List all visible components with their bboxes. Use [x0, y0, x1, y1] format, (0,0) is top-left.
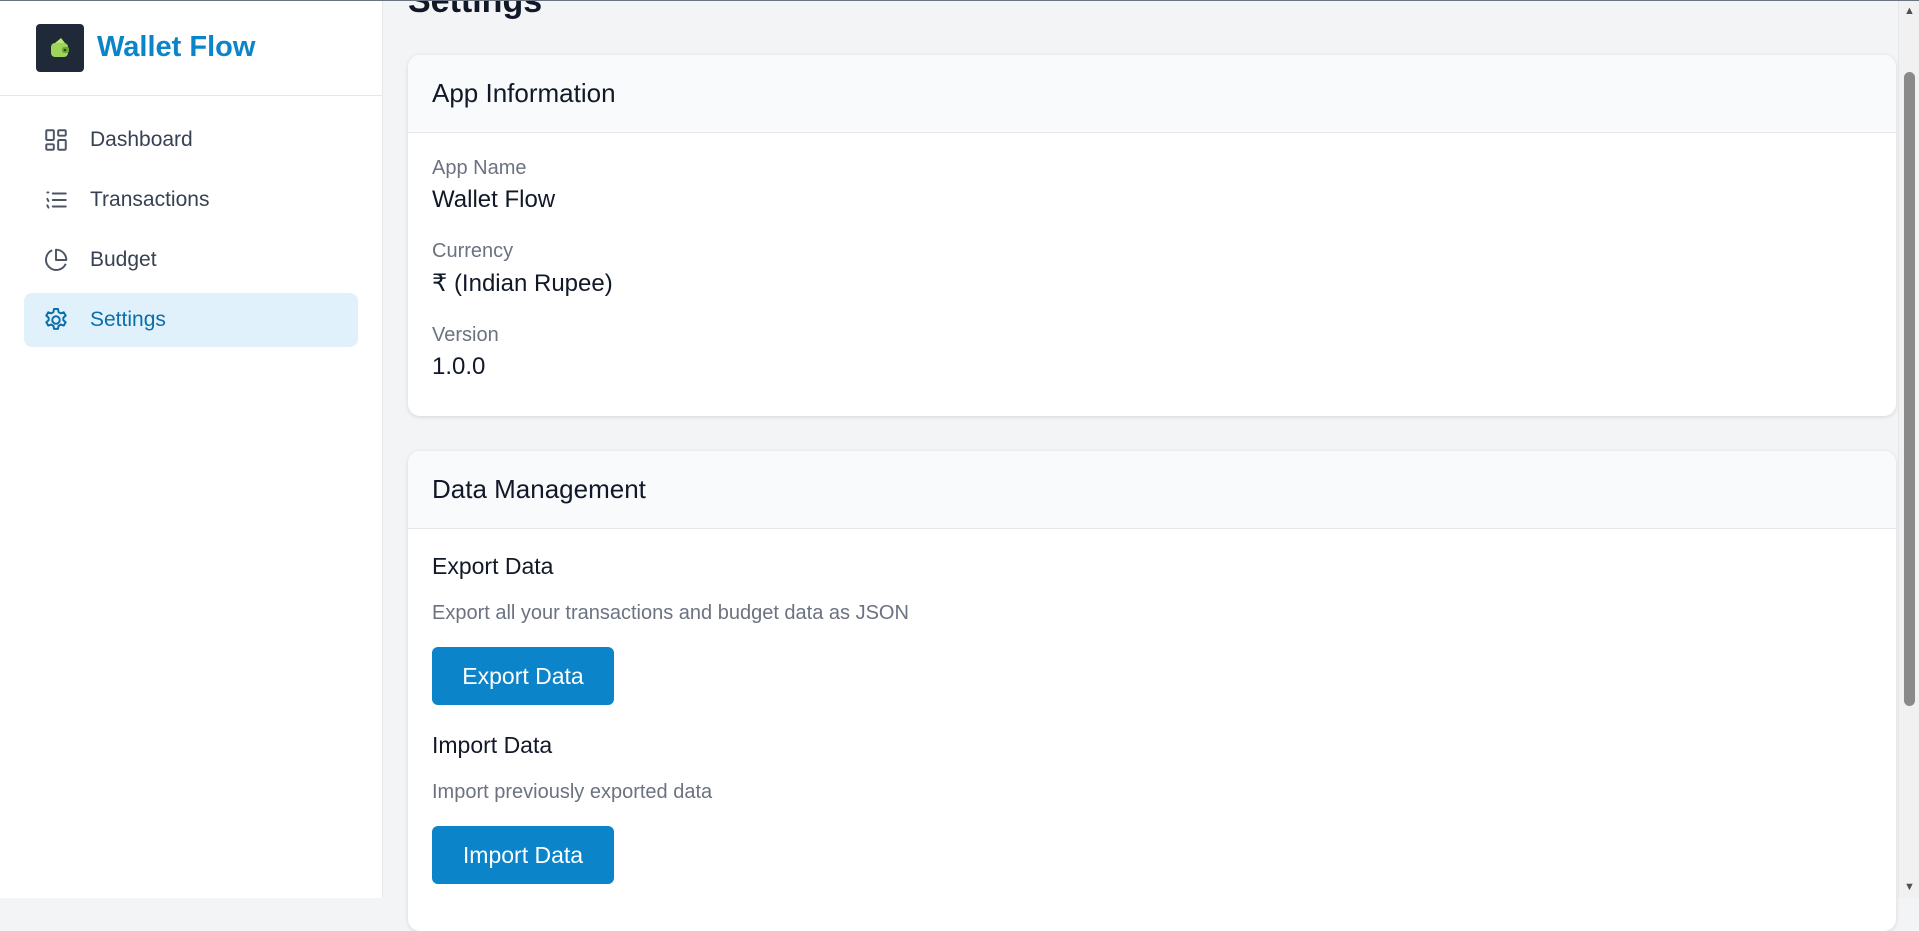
sidebar-item-label: Dashboard [90, 128, 193, 151]
main-content: Settings App Information App Name Wallet… [384, 0, 1898, 931]
import-title: Import Data [432, 732, 553, 758]
info-row-version: Version 1.0.0 [432, 324, 1872, 381]
app-info-body: App Name Wallet Flow Currency ₹ (Indian … [408, 133, 1896, 405]
export-title: Export Data [432, 553, 554, 579]
pie-chart-icon [42, 246, 70, 274]
info-value: ₹ (Indian Rupee) [432, 270, 613, 297]
sidebar-item-dashboard[interactable]: Dashboard [24, 113, 358, 167]
list-icon [42, 186, 70, 214]
info-row-currency: Currency ₹ (Indian Rupee) [432, 240, 1872, 298]
gear-icon [42, 306, 70, 334]
vertical-scrollbar[interactable]: ▲ ▼ [1898, 0, 1919, 898]
sidebar-item-label: Transactions [90, 188, 210, 211]
info-label: App Name [432, 157, 527, 179]
info-value: 1.0.0 [432, 353, 486, 380]
sidebar-item-transactions[interactable]: Transactions [24, 173, 358, 227]
scroll-down-arrow-icon[interactable]: ▼ [1899, 878, 1919, 896]
import-data-button[interactable]: Import Data [432, 826, 614, 884]
wallet-icon [36, 23, 84, 72]
card-title: Data Management [408, 451, 1896, 529]
scrollbar-thumb[interactable] [1904, 72, 1915, 706]
import-description: Import previously exported data [432, 781, 713, 803]
info-label: Currency [432, 240, 514, 262]
sidebar-item-label: Settings [90, 308, 166, 331]
sidebar-nav: Dashboard Transactions Budget Settings [0, 113, 382, 347]
export-section: Export Data Export all your transactions… [432, 553, 1872, 705]
card-title: App Information [408, 55, 1896, 133]
export-data-button[interactable]: Export Data [432, 647, 614, 705]
info-label: Version [432, 324, 499, 346]
data-management-card: Data Management Export Data Export all y… [408, 451, 1896, 931]
sidebar-item-settings[interactable]: Settings [24, 293, 358, 347]
brand[interactable]: Wallet Flow [0, 0, 382, 96]
import-section: Import Data Import previously exported d… [432, 732, 1872, 884]
data-management-body: Export Data Export all your transactions… [408, 529, 1896, 908]
page-title: Settings [408, 0, 543, 20]
info-value: Wallet Flow [432, 186, 556, 213]
sidebar-item-label: Budget [90, 248, 157, 271]
sidebar: Wallet Flow Dashboard Transactions Budge… [0, 0, 383, 898]
info-row-app-name: App Name Wallet Flow [432, 157, 1872, 214]
app-information-card: App Information App Name Wallet Flow Cur… [408, 55, 1896, 416]
app-name: Wallet Flow [97, 31, 256, 63]
dashboard-grid-icon [42, 126, 70, 154]
sidebar-item-budget[interactable]: Budget [24, 233, 358, 287]
scroll-up-arrow-icon[interactable]: ▲ [1899, 2, 1919, 20]
export-description: Export all your transactions and budget … [432, 602, 909, 624]
